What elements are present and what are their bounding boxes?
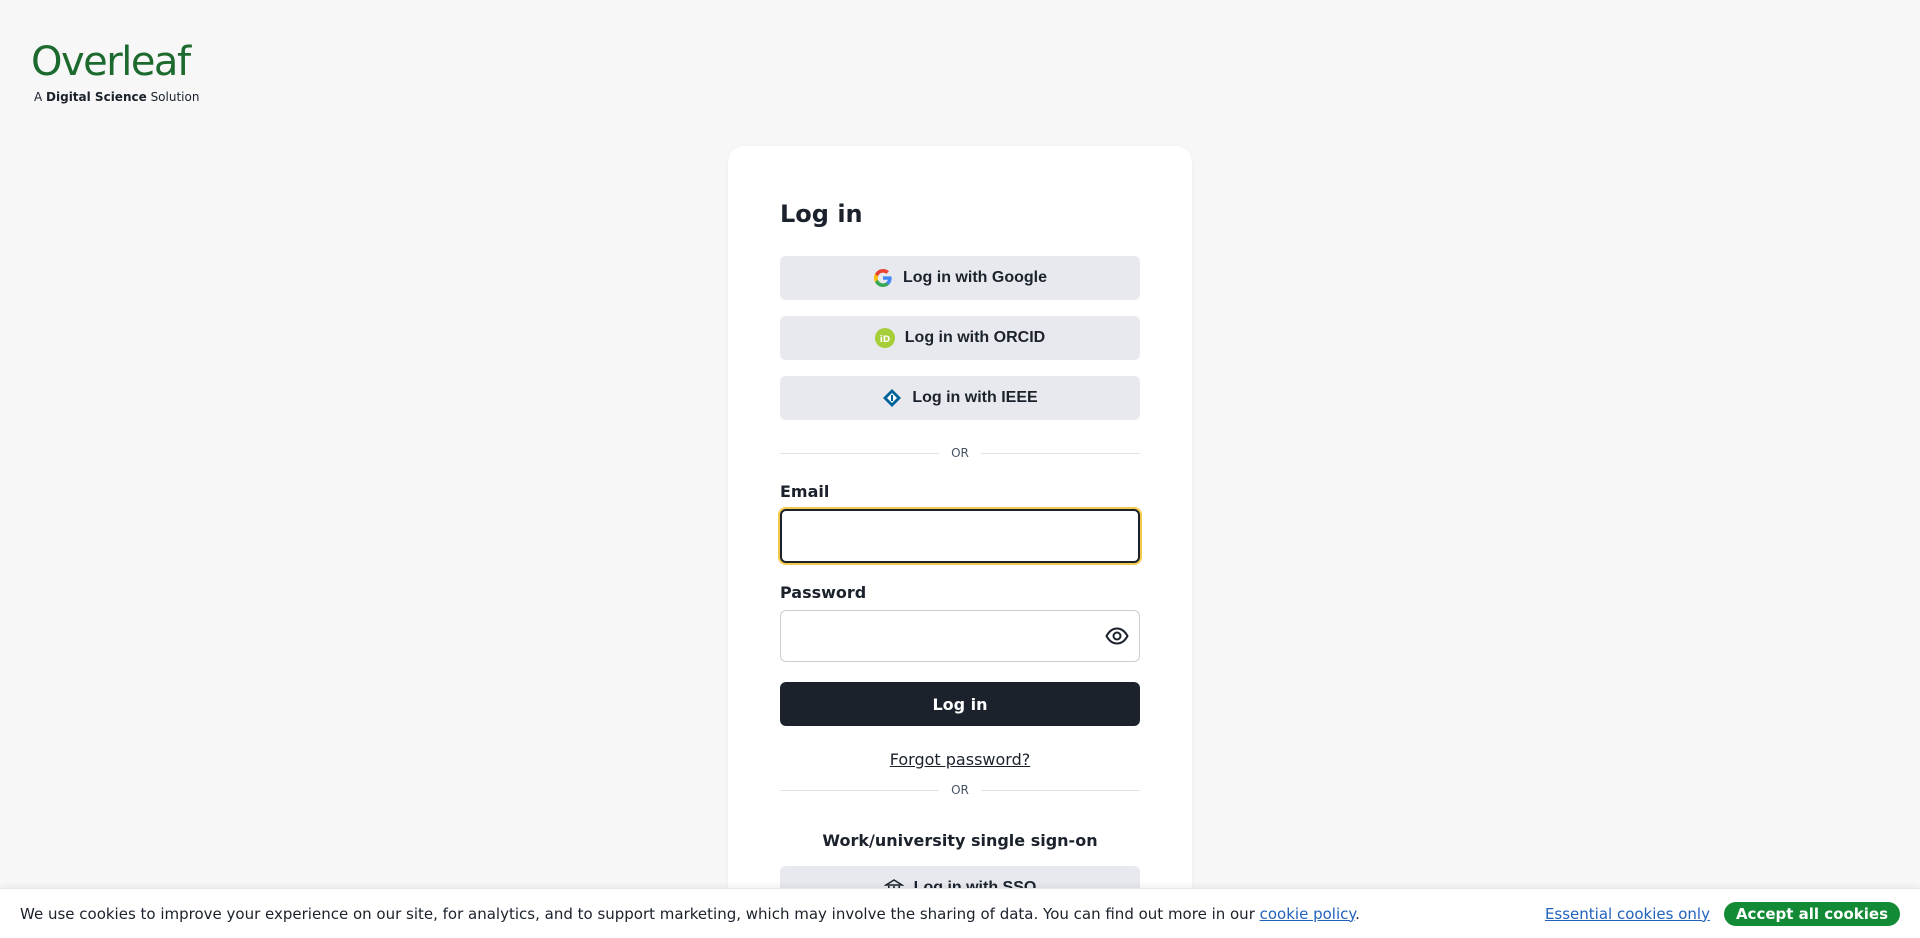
accept-cookies-button[interactable]: Accept all cookies	[1723, 901, 1900, 926]
forgot-password-link[interactable]: Forgot password?	[780, 750, 1140, 769]
login-card: Log in Log in with Google iD Log in with…	[728, 146, 1192, 938]
email-field[interactable]	[780, 509, 1140, 563]
logo-tagline: A Digital Science Solution	[34, 90, 200, 104]
page-title: Log in	[780, 200, 863, 228]
google-icon	[873, 268, 893, 288]
svg-text:iD: iD	[880, 335, 891, 345]
orcid-icon: iD	[874, 328, 895, 348]
cookie-banner: We use cookies to improve your experienc…	[0, 888, 1920, 938]
login-google-label: Log in with Google	[903, 269, 1047, 286]
eye-icon[interactable]	[1105, 626, 1129, 646]
login-orcid-button[interactable]: iD Log in with ORCID	[780, 316, 1140, 360]
login-ieee-button[interactable]: Log in with IEEE	[780, 376, 1140, 420]
ieee-icon	[882, 388, 902, 408]
sso-heading: Work/university single sign-on	[822, 831, 1098, 850]
logo-wordmark: Overleaf	[31, 39, 191, 85]
or-divider: OR	[780, 446, 1141, 460]
essential-cookies-link[interactable]: Essential cookies only	[1545, 905, 1710, 923]
login-ieee-label: Log in with IEEE	[912, 389, 1038, 406]
cookie-policy-link[interactable]: cookie policy	[1260, 905, 1355, 923]
password-label: Password	[780, 583, 867, 602]
or-divider-2: OR	[780, 783, 1141, 797]
cookie-message: We use cookies to improve your experienc…	[20, 904, 1360, 923]
overleaf-logo[interactable]: Overleaf A Digital Science Solution	[31, 40, 199, 108]
login-google-button[interactable]: Log in with Google	[780, 256, 1140, 300]
email-label: Email	[780, 482, 830, 501]
password-field[interactable]	[780, 610, 1140, 662]
login-submit-button[interactable]: Log in	[780, 682, 1140, 726]
login-orcid-label: Log in with ORCID	[904, 329, 1046, 346]
